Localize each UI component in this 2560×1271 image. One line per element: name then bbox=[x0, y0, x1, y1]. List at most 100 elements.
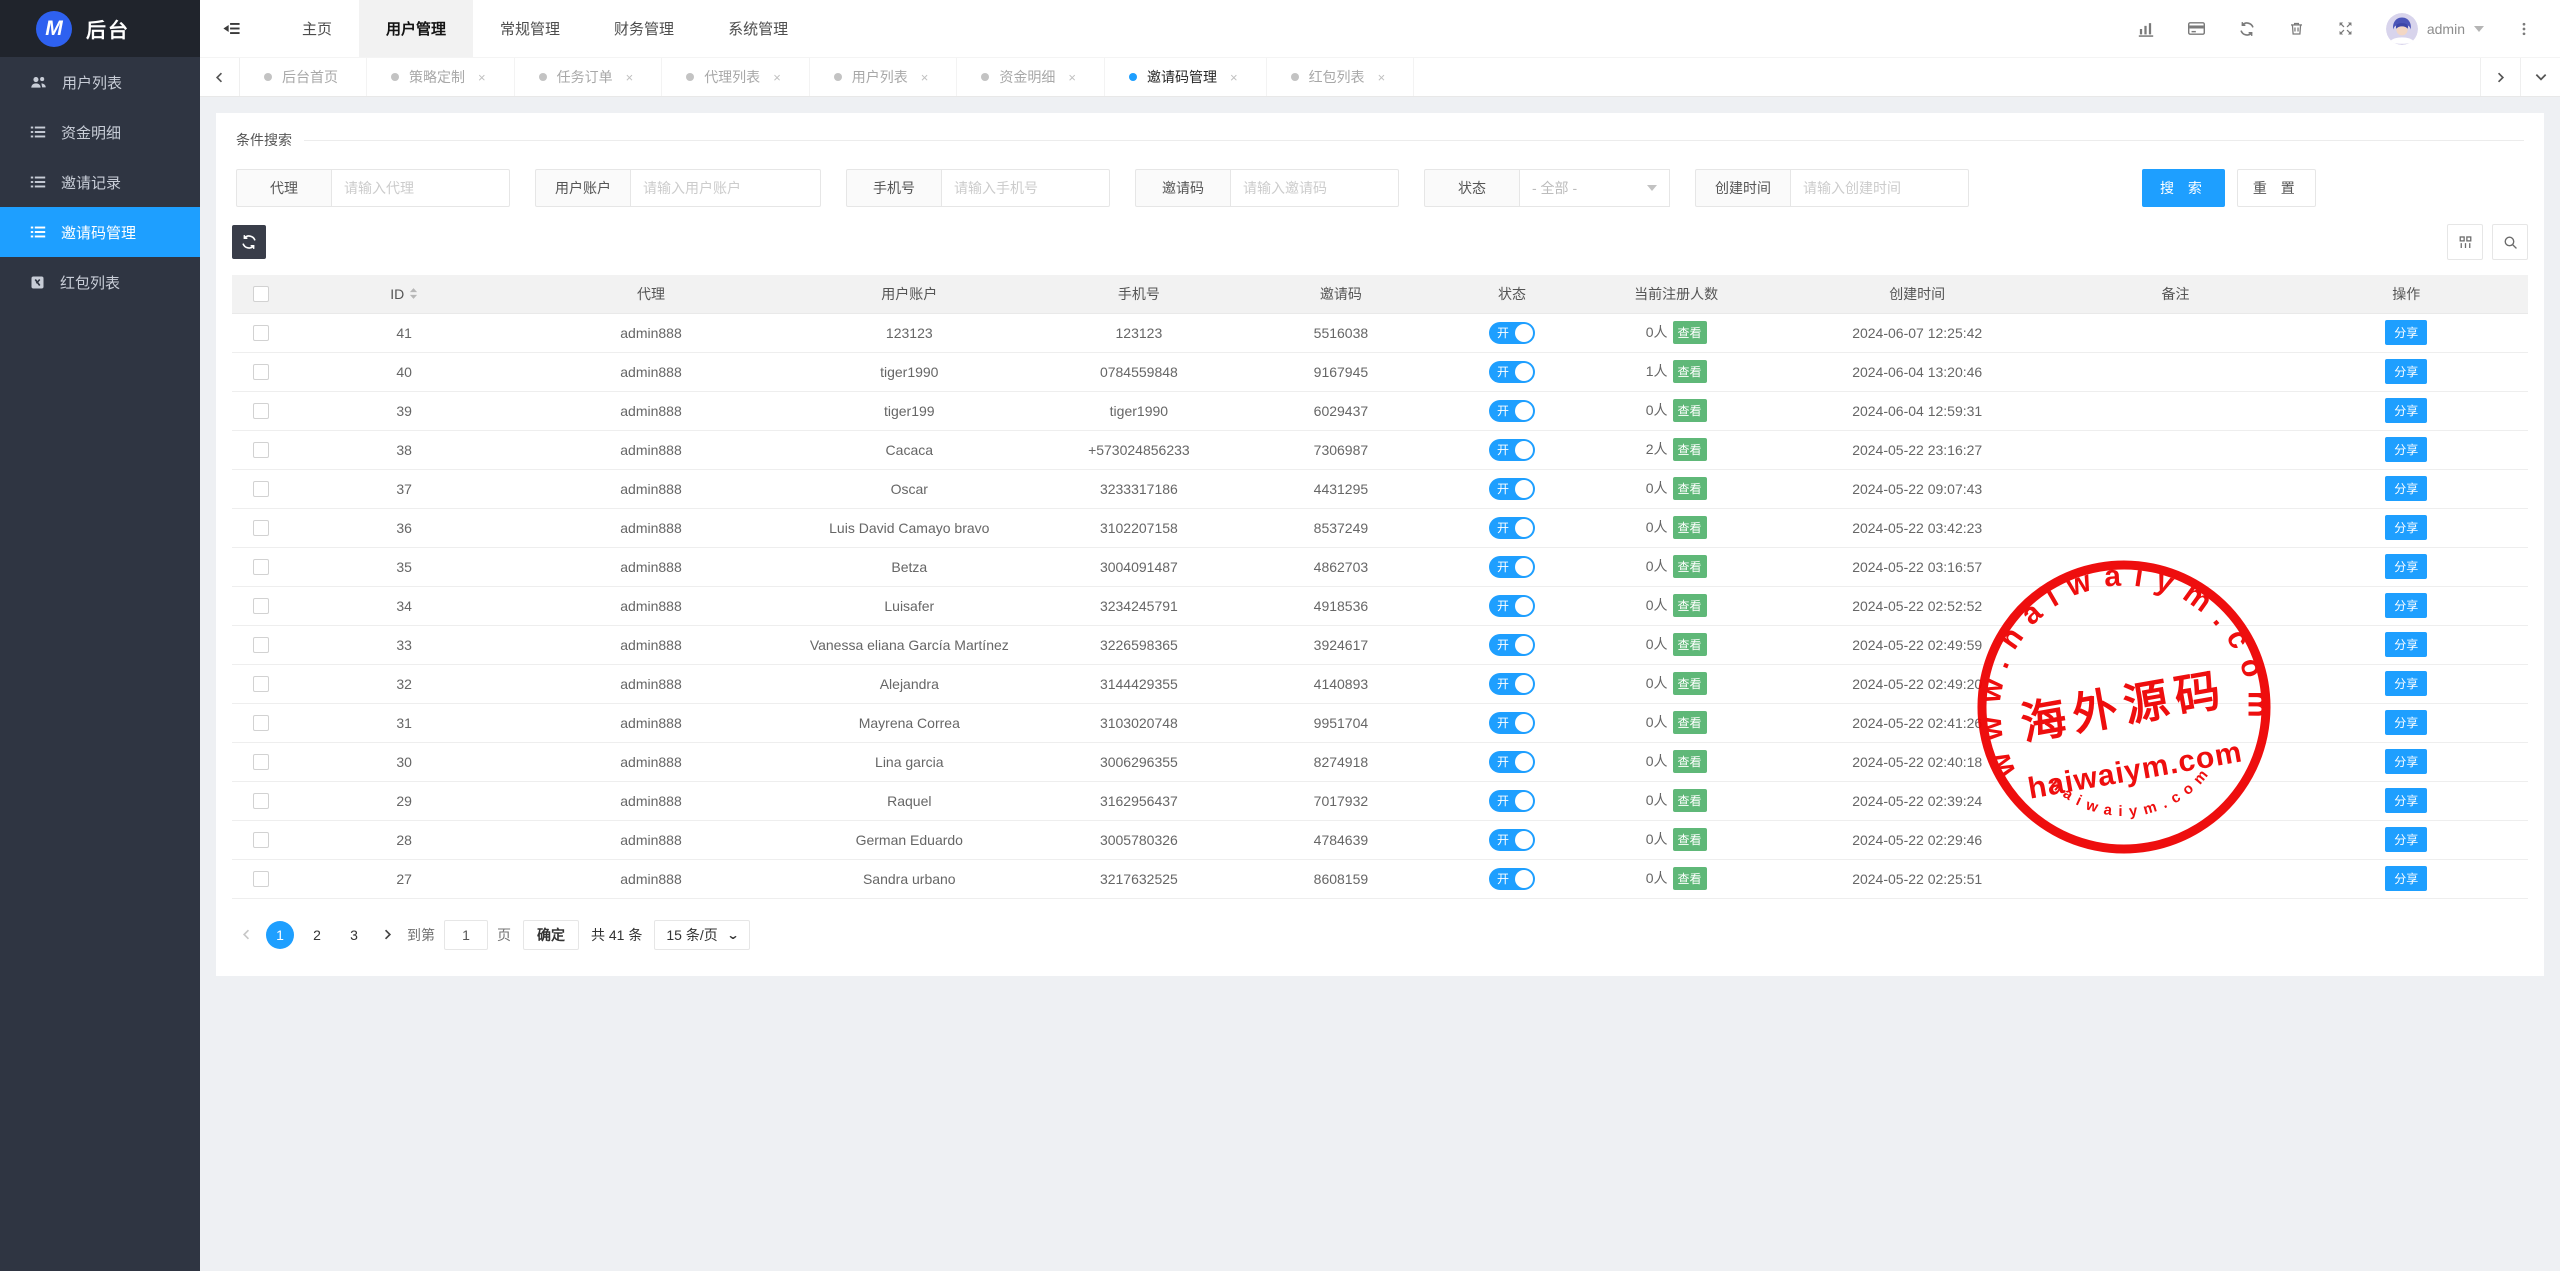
share-button[interactable]: 分享 bbox=[2385, 398, 2427, 423]
sidebar-item-1[interactable]: 资金明细 bbox=[0, 107, 200, 157]
page-number-2[interactable]: 2 bbox=[303, 921, 331, 949]
status-toggle[interactable]: 开 bbox=[1489, 634, 1535, 656]
status-toggle[interactable]: 开 bbox=[1489, 439, 1535, 461]
row-checkbox[interactable] bbox=[253, 676, 269, 692]
sidebar-item-2[interactable]: 邀请记录 bbox=[0, 157, 200, 207]
page-number-1[interactable]: 1 bbox=[266, 921, 294, 949]
row-checkbox[interactable] bbox=[253, 598, 269, 614]
view-button[interactable]: 查看 bbox=[1673, 672, 1707, 695]
share-button[interactable]: 分享 bbox=[2385, 359, 2427, 384]
reset-button[interactable]: 重 置 bbox=[2237, 169, 2316, 207]
table-refresh-button[interactable] bbox=[232, 225, 266, 259]
tab-0[interactable]: 后台首页 bbox=[240, 58, 367, 96]
tab-close-icon[interactable]: × bbox=[478, 70, 486, 85]
row-checkbox[interactable] bbox=[253, 325, 269, 341]
tab-3[interactable]: 代理列表× bbox=[662, 58, 810, 96]
sidebar-item-0[interactable]: 用户列表 bbox=[0, 57, 200, 107]
view-button[interactable]: 查看 bbox=[1673, 633, 1707, 656]
tabs-scroll-left-icon[interactable] bbox=[200, 58, 240, 96]
share-button[interactable]: 分享 bbox=[2385, 671, 2427, 696]
row-checkbox[interactable] bbox=[253, 403, 269, 419]
view-button[interactable]: 查看 bbox=[1673, 321, 1707, 344]
fullscreen-icon[interactable] bbox=[2337, 20, 2354, 37]
row-checkbox[interactable] bbox=[253, 754, 269, 770]
tab-5[interactable]: 资金明细× bbox=[957, 58, 1105, 96]
tab-2[interactable]: 任务订单× bbox=[515, 58, 663, 96]
view-button[interactable]: 查看 bbox=[1673, 828, 1707, 851]
status-toggle[interactable]: 开 bbox=[1489, 322, 1535, 344]
status-toggle[interactable]: 开 bbox=[1489, 790, 1535, 812]
share-button[interactable]: 分享 bbox=[2385, 866, 2427, 891]
page-size-select[interactable]: 15 条/页 ⌄ bbox=[654, 920, 749, 950]
view-button[interactable]: 查看 bbox=[1673, 399, 1707, 422]
filter-input-0[interactable] bbox=[332, 169, 510, 207]
chart-icon[interactable] bbox=[2137, 20, 2155, 38]
top-menu-item-4[interactable]: 系统管理 bbox=[701, 0, 815, 57]
row-checkbox[interactable] bbox=[253, 793, 269, 809]
top-menu-item-2[interactable]: 常规管理 bbox=[473, 0, 587, 57]
share-button[interactable]: 分享 bbox=[2385, 632, 2427, 657]
page-number-3[interactable]: 3 bbox=[340, 921, 368, 949]
share-button[interactable]: 分享 bbox=[2385, 710, 2427, 735]
view-button[interactable]: 查看 bbox=[1673, 555, 1707, 578]
share-button[interactable]: 分享 bbox=[2385, 320, 2427, 345]
row-checkbox[interactable] bbox=[253, 364, 269, 380]
view-button[interactable]: 查看 bbox=[1673, 594, 1707, 617]
status-toggle[interactable]: 开 bbox=[1489, 478, 1535, 500]
share-button[interactable]: 分享 bbox=[2385, 554, 2427, 579]
row-checkbox[interactable] bbox=[253, 442, 269, 458]
goto-confirm-button[interactable]: 确定 bbox=[523, 920, 579, 950]
tabs-scroll-right-icon[interactable] bbox=[2480, 58, 2520, 96]
goto-page-input[interactable] bbox=[444, 920, 488, 950]
tab-close-icon[interactable]: × bbox=[921, 70, 929, 85]
status-toggle[interactable]: 开 bbox=[1489, 361, 1535, 383]
top-menu-item-3[interactable]: 财务管理 bbox=[587, 0, 701, 57]
more-menu-icon[interactable] bbox=[2516, 21, 2532, 37]
status-toggle[interactable]: 开 bbox=[1489, 556, 1535, 578]
next-page-icon[interactable] bbox=[377, 928, 398, 941]
status-toggle[interactable]: 开 bbox=[1489, 712, 1535, 734]
top-menu-item-0[interactable]: 主页 bbox=[275, 0, 359, 57]
select-all-checkbox[interactable] bbox=[253, 286, 269, 302]
view-button[interactable]: 查看 bbox=[1673, 789, 1707, 812]
share-button[interactable]: 分享 bbox=[2385, 749, 2427, 774]
share-button[interactable]: 分享 bbox=[2385, 788, 2427, 813]
tab-close-icon[interactable]: × bbox=[626, 70, 634, 85]
collapse-sidebar-icon[interactable] bbox=[222, 19, 241, 38]
filter-input-3[interactable] bbox=[1231, 169, 1399, 207]
tab-1[interactable]: 策略定制× bbox=[367, 58, 515, 96]
view-button[interactable]: 查看 bbox=[1673, 867, 1707, 890]
tab-4[interactable]: 用户列表× bbox=[810, 58, 958, 96]
status-toggle[interactable]: 开 bbox=[1489, 829, 1535, 851]
share-button[interactable]: 分享 bbox=[2385, 593, 2427, 618]
status-toggle[interactable]: 开 bbox=[1489, 400, 1535, 422]
top-menu-item-1[interactable]: 用户管理 bbox=[359, 0, 473, 57]
view-button[interactable]: 查看 bbox=[1673, 750, 1707, 773]
user-menu[interactable]: admin bbox=[2386, 13, 2484, 45]
row-checkbox[interactable] bbox=[253, 871, 269, 887]
view-button[interactable]: 查看 bbox=[1673, 711, 1707, 734]
status-toggle[interactable]: 开 bbox=[1489, 868, 1535, 890]
tab-close-icon[interactable]: × bbox=[773, 70, 781, 85]
trash-icon[interactable] bbox=[2288, 20, 2305, 37]
prev-page-icon[interactable] bbox=[236, 928, 257, 941]
row-checkbox[interactable] bbox=[253, 520, 269, 536]
view-button[interactable]: 查看 bbox=[1673, 477, 1707, 500]
share-button[interactable]: 分享 bbox=[2385, 515, 2427, 540]
tabs-dropdown-icon[interactable] bbox=[2520, 58, 2560, 96]
tab-close-icon[interactable]: × bbox=[1378, 70, 1386, 85]
filter-input-5[interactable] bbox=[1791, 169, 1969, 207]
table-search-toggle-button[interactable] bbox=[2492, 224, 2528, 260]
row-checkbox[interactable] bbox=[253, 481, 269, 497]
card-icon[interactable] bbox=[2187, 19, 2206, 38]
tab-6[interactable]: 邀请码管理× bbox=[1105, 58, 1267, 96]
sidebar-item-4[interactable]: 红包列表 bbox=[0, 257, 200, 307]
status-toggle[interactable]: 开 bbox=[1489, 595, 1535, 617]
status-toggle[interactable]: 开 bbox=[1489, 673, 1535, 695]
sort-icon[interactable] bbox=[409, 287, 418, 300]
row-checkbox[interactable] bbox=[253, 637, 269, 653]
search-button[interactable]: 搜 索 bbox=[2142, 169, 2225, 207]
view-button[interactable]: 查看 bbox=[1673, 438, 1707, 461]
sidebar-item-3[interactable]: 邀请码管理 bbox=[0, 207, 200, 257]
share-button[interactable]: 分享 bbox=[2385, 437, 2427, 462]
